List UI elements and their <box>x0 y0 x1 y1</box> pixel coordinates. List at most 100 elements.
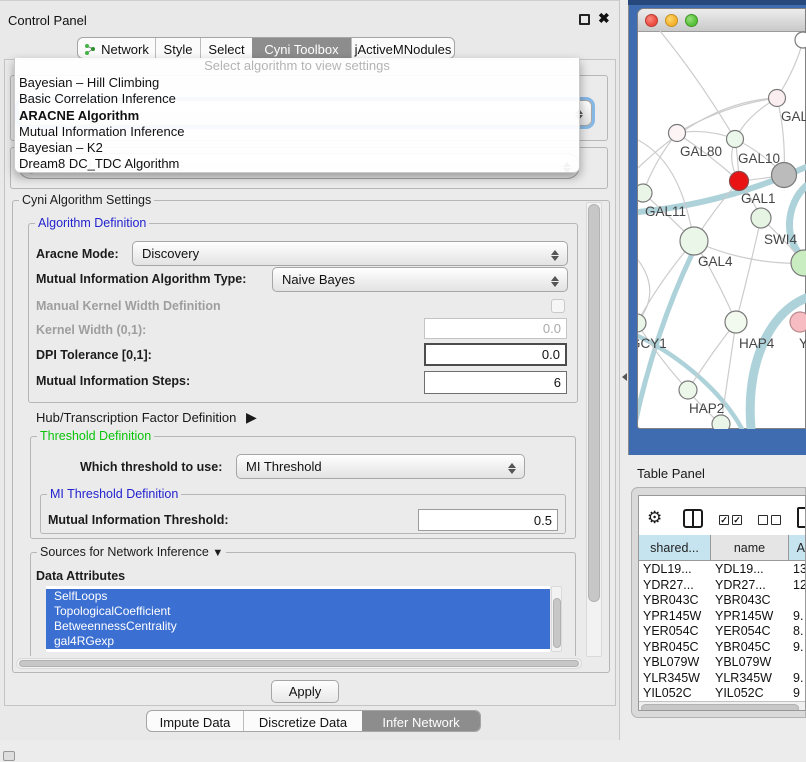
algorithm-option[interactable]: Dream8 DC_TDC Algorithm <box>15 156 579 172</box>
split-panel-icon[interactable] <box>683 509 703 528</box>
tab-discretize-data[interactable]: Discretize Data <box>243 711 362 732</box>
table-cell[interactable] <box>789 655 806 671</box>
table-cell[interactable]: YBR043C <box>639 593 715 609</box>
node-gal-clipped[interactable] <box>769 90 786 107</box>
splitter-collapse-icon[interactable] <box>618 373 627 381</box>
table-cell[interactable]: YLR345W <box>639 671 715 687</box>
node-gal1-red[interactable] <box>730 172 749 191</box>
mi-threshold-input[interactable] <box>418 509 558 531</box>
algorithm-option[interactable]: Bayesian – Hill Climbing <box>15 75 579 91</box>
table-cell[interactable]: YDL19... <box>711 562 793 578</box>
table-cell[interactable]: 9. <box>789 640 806 656</box>
algorithm-option[interactable]: Mutual Information Inference <box>15 124 579 140</box>
mi-type-combo[interactable]: Naive Bayes <box>272 267 568 292</box>
node-green-right[interactable] <box>791 250 806 276</box>
table-cell[interactable]: YBR045C <box>711 640 793 656</box>
table-cell[interactable]: 9. <box>789 671 806 687</box>
mac-minimize-icon[interactable] <box>665 14 678 27</box>
kernel-width-input[interactable] <box>424 318 567 339</box>
table-cell[interactable]: YPR145W <box>639 609 715 625</box>
attribute-item-selected[interactable]: gal4RGexp <box>46 634 550 649</box>
tab-infer-network[interactable]: Infer Network <box>362 711 480 732</box>
table-cell[interactable]: 12 <box>789 578 806 594</box>
node-hap2[interactable] <box>679 381 697 399</box>
table-cell[interactable]: YLR345W <box>711 671 793 687</box>
node-label: GAL10 <box>738 151 780 166</box>
table-cell[interactable]: YER054C <box>711 624 793 640</box>
which-threshold-label: Which threshold to use: <box>80 460 222 474</box>
table-cell[interactable] <box>789 593 806 609</box>
control-panel-tabbar: Network Style Select Cyni Toolbox jActiv… <box>77 37 455 59</box>
node-gal4[interactable] <box>680 227 708 255</box>
node-gal10[interactable] <box>727 131 744 148</box>
table-cell[interactable]: YDL19... <box>639 562 715 578</box>
dpi-tolerance-input[interactable] <box>424 343 567 366</box>
table-cell[interactable]: 8. <box>789 624 806 640</box>
algorithm-option-selected[interactable]: ARACNE Algorithm <box>15 108 579 124</box>
table-hscrollbar[interactable] <box>639 701 806 711</box>
node-gal11[interactable] <box>638 184 652 202</box>
mi-steps-input[interactable] <box>424 371 567 394</box>
attribute-item-selected[interactable]: TopologicalCoefficient <box>46 604 550 619</box>
table-cell[interactable]: YDR27... <box>639 578 715 594</box>
node-gcy1[interactable] <box>638 314 646 332</box>
tab-impute-data[interactable]: Impute Data <box>147 711 243 732</box>
settings-scrollbar-thumb[interactable] <box>588 204 600 602</box>
tab-style[interactable]: Style <box>155 38 200 59</box>
attribute-item-selected[interactable]: BetweennessCentrality <box>46 619 550 634</box>
mac-zoom-icon[interactable] <box>685 14 698 27</box>
table-cell[interactable]: YBR043C <box>711 593 793 609</box>
tab-jactivemnodules[interactable]: jActiveMNodules <box>351 38 454 59</box>
tab-select[interactable]: Select <box>200 38 252 59</box>
node-label: SWI4 <box>764 232 797 247</box>
manual-kernel-checkbox[interactable] <box>551 299 565 313</box>
attributes-scrollbar-thumb[interactable] <box>553 598 561 648</box>
node-bottom-partial[interactable] <box>712 415 730 429</box>
network-canvas[interactable]: GAL GAL80 GAL10 GAL1 GAL11 SWI4 GAL4 GCY… <box>638 31 806 429</box>
table-cell[interactable]: YPR145W <box>711 609 793 625</box>
attribute-item-selected[interactable]: SelfLoops <box>46 589 550 604</box>
apply-button[interactable]: Apply <box>271 680 339 703</box>
node-unnamed-top[interactable] <box>795 32 806 48</box>
aracne-mode-label: Aracne Mode: <box>36 247 119 261</box>
tab-network[interactable]: Network <box>78 38 155 59</box>
aracne-mode-combo[interactable]: Discovery <box>132 241 568 266</box>
panel-toggle-icon[interactable] <box>3 751 15 761</box>
table-cell[interactable]: YDR27... <box>711 578 793 594</box>
algorithm-option[interactable]: Bayesian – K2 <box>15 140 579 156</box>
mac-close-icon[interactable] <box>645 14 658 27</box>
close-panel-icon[interactable]: ✖ <box>598 10 610 27</box>
table-cell[interactable]: YIL052C <box>711 686 793 702</box>
table-cell[interactable]: YBL079W <box>639 655 715 671</box>
gear-icon[interactable]: ⚙ <box>647 509 662 526</box>
show-columns-icon[interactable]: ✓✓ <box>719 515 742 525</box>
node-gray[interactable] <box>772 163 797 188</box>
table-cell[interactable]: YER054C <box>639 624 715 640</box>
node-gal80[interactable] <box>669 125 686 142</box>
column-header-shared[interactable]: shared... <box>639 535 711 561</box>
node-swi4[interactable] <box>751 208 771 228</box>
which-threshold-combo[interactable]: MI Threshold <box>236 454 525 479</box>
table-cell[interactable]: 9 <box>789 686 806 702</box>
export-table-icon[interactable] <box>797 507 806 528</box>
hub-section-header[interactable]: Hub/Transcription Factor Definition ▶ <box>36 409 257 426</box>
settings-hscrollbar-thumb[interactable] <box>19 660 579 667</box>
sources-group-title[interactable]: Sources for Network Inference ▼ <box>37 545 226 559</box>
node-y-clipped[interactable] <box>790 312 806 332</box>
network-window-titlebar[interactable] <box>638 9 806 32</box>
float-panel-icon[interactable] <box>579 14 590 25</box>
node-hap4[interactable] <box>725 311 747 333</box>
column-header-name[interactable]: name <box>711 535 789 561</box>
table-cell[interactable]: 9. <box>789 609 806 625</box>
hide-columns-icon[interactable] <box>758 515 781 525</box>
tab-cyni-toolbox[interactable]: Cyni Toolbox <box>252 38 351 59</box>
table-hscrollbar-thumb[interactable] <box>641 704 799 711</box>
algorithm-option[interactable]: Basic Correlation Inference <box>15 91 579 107</box>
column-header-clipped[interactable]: A <box>789 535 806 561</box>
table-cell[interactable]: YIL052C <box>639 686 715 702</box>
table-cell[interactable]: 13 <box>789 562 806 578</box>
table-cell[interactable]: YBL079W <box>711 655 793 671</box>
node-label: GAL1 <box>741 191 776 206</box>
data-attributes-list[interactable]: SelfLoops TopologicalCoefficient Between… <box>46 586 550 652</box>
table-cell[interactable]: YBR045C <box>639 640 715 656</box>
